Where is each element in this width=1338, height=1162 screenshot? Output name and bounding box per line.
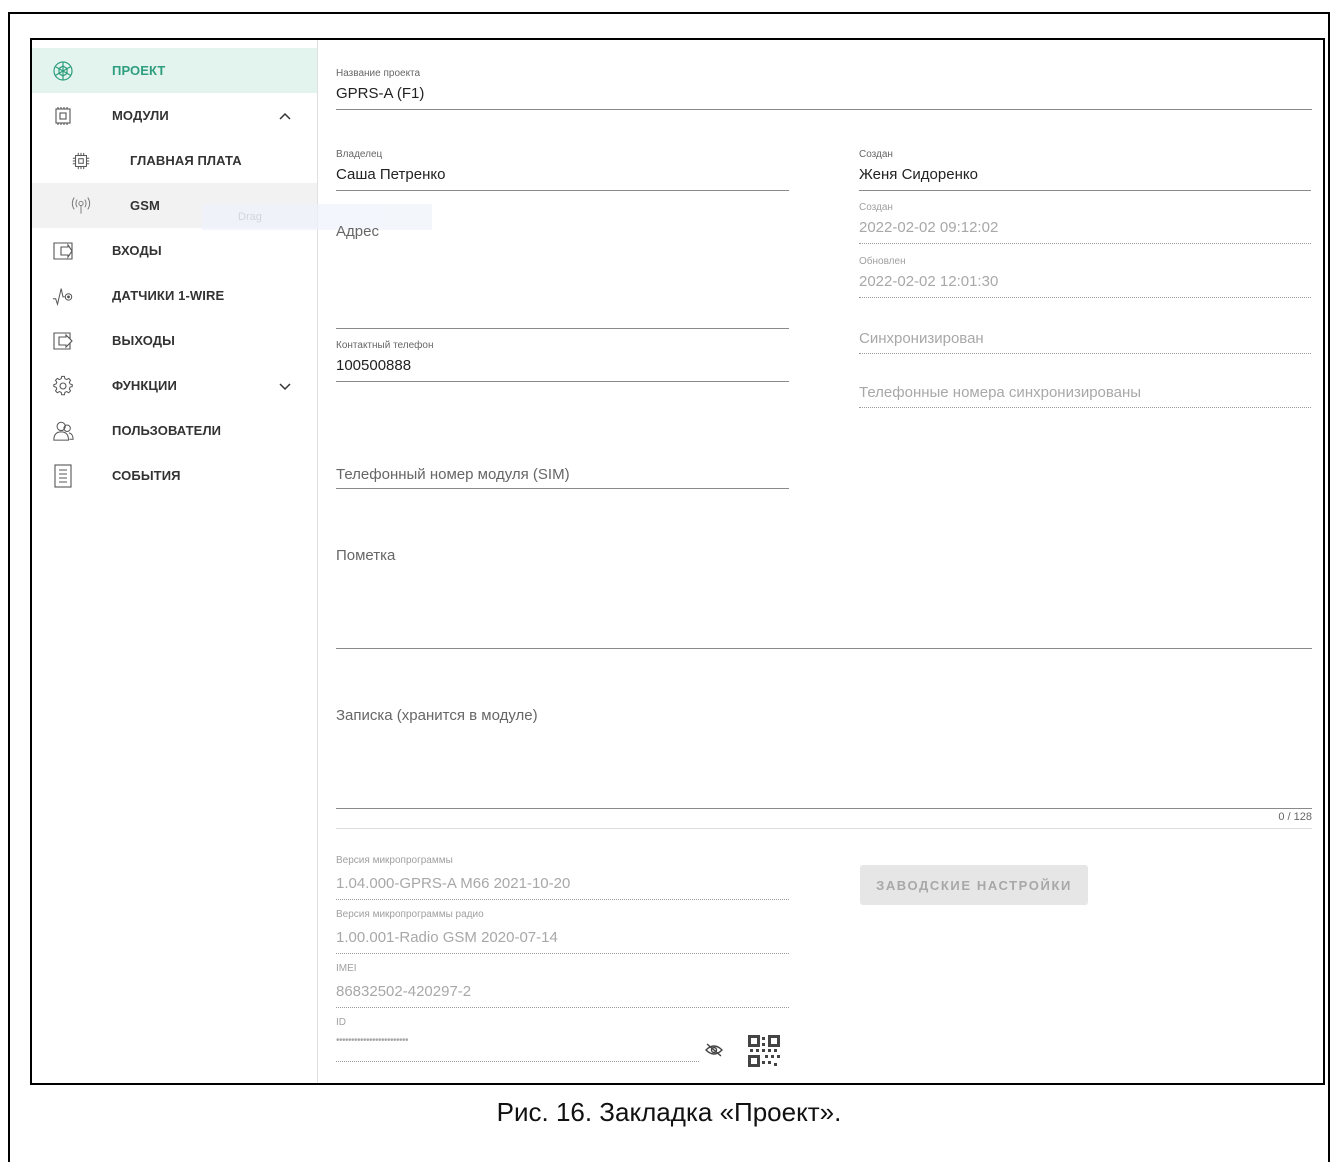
field-label: ID bbox=[336, 1017, 346, 1028]
sidebar-item-label: ДАТЧИКИ 1-WIRE bbox=[112, 288, 225, 303]
field-underline bbox=[336, 488, 789, 489]
chevron-up-icon[interactable] bbox=[278, 109, 292, 123]
memo-field[interactable]: Записка (хранится в модуле) 0 / 128 bbox=[336, 707, 1312, 823]
sidebar-item-users[interactable]: ПОЛЬЗОВАТЕЛИ bbox=[32, 408, 317, 453]
sidebar-item-label: ГЛАВНАЯ ПЛАТА bbox=[130, 153, 242, 168]
gsm-antenna-icon bbox=[70, 195, 92, 217]
sidebar-item-label: МОДУЛИ bbox=[112, 108, 169, 123]
field-label: Контактный телефон bbox=[336, 340, 434, 351]
id-field: ID •••••••••••••••••••••••• bbox=[336, 1017, 699, 1063]
field-underline bbox=[336, 899, 789, 900]
field-label: Версия микропрограммы радио bbox=[336, 909, 484, 920]
field-value: 1.00.001-Radio GSM 2020-07-14 bbox=[336, 929, 558, 946]
sidebar-item-label: ФУНКЦИИ bbox=[112, 378, 177, 393]
sidebar-item-label: СОБЫТИЯ bbox=[112, 468, 181, 483]
figure-caption: Рис. 16. Закладка «Проект». bbox=[496, 1097, 842, 1127]
phones-synchronized-field: Телефонные номера синхронизированы bbox=[859, 384, 1311, 408]
sidebar-item-label: ВХОДЫ bbox=[112, 243, 162, 258]
gear-icon bbox=[52, 375, 74, 397]
project-name-field[interactable]: Название проекта GPRS-A (F1) bbox=[336, 68, 1312, 110]
field-underline bbox=[859, 190, 1311, 191]
updated-at-field: Обновлен 2022-02-02 12:01:30 bbox=[859, 256, 1311, 298]
created-by-field[interactable]: Создан Женя Сидоренко bbox=[859, 149, 1311, 191]
field-underline bbox=[859, 353, 1311, 354]
inputs-icon bbox=[52, 240, 74, 262]
outputs-icon bbox=[52, 330, 74, 352]
app-window: ПРОЕКТ МОДУЛИ ГЛАВНАЯ ПЛАТА GSM ВХОДЫ ДА… bbox=[30, 38, 1325, 1085]
sidebar-item-1wire[interactable]: ДАТЧИКИ 1-WIRE bbox=[32, 273, 317, 318]
factory-settings-button[interactable]: ЗАВОДСКИЕ НАСТРОЙКИ bbox=[860, 865, 1088, 905]
field-value: 2022-02-02 12:01:30 bbox=[859, 273, 999, 290]
sensor-icon bbox=[52, 285, 74, 307]
field-placeholder: Записка (хранится в модуле) bbox=[336, 707, 538, 724]
project-icon bbox=[52, 60, 74, 82]
field-underline bbox=[336, 109, 1312, 110]
contact-phone-field[interactable]: Контактный телефон 100500888 bbox=[336, 340, 789, 382]
field-value: 1.04.000-GPRS-A M66 2021-10-20 bbox=[336, 875, 571, 892]
sidebar-item-mainboard[interactable]: ГЛАВНАЯ ПЛАТА bbox=[32, 138, 317, 183]
sidebar: ПРОЕКТ МОДУЛИ ГЛАВНАЯ ПЛАТА GSM ВХОДЫ ДА… bbox=[32, 40, 432, 1083]
field-underline bbox=[859, 407, 1311, 408]
field-placeholder: Пометка bbox=[336, 547, 396, 564]
field-label: Создан bbox=[859, 202, 893, 213]
sidebar-item-inputs[interactable]: ВХОДЫ bbox=[32, 228, 317, 273]
field-label: IMEI bbox=[336, 963, 357, 974]
field-underline bbox=[336, 381, 789, 382]
sim-number-field[interactable]: Телефонный номер модуля (SIM) bbox=[336, 466, 789, 489]
field-underline bbox=[859, 297, 1311, 298]
sidebar-item-events[interactable]: СОБЫТИЯ bbox=[32, 453, 317, 498]
field-label: Версия микропрограммы bbox=[336, 855, 453, 866]
sidebar-item-outputs[interactable]: ВЫХОДЫ bbox=[32, 318, 317, 363]
field-underline bbox=[336, 190, 789, 191]
field-placeholder: Синхронизирован bbox=[859, 330, 984, 347]
field-underline bbox=[336, 808, 1312, 809]
events-icon bbox=[52, 463, 74, 488]
imei-field: IMEI 86832502-420297-2 bbox=[336, 963, 789, 1009]
field-value[interactable]: Саша Петренко bbox=[336, 166, 445, 183]
field-placeholder: Адрес bbox=[336, 223, 379, 240]
sidebar-item-functions[interactable]: ФУНКЦИИ bbox=[32, 363, 317, 408]
sidebar-item-modules[interactable]: МОДУЛИ bbox=[32, 93, 317, 138]
field-value: 2022-02-02 09:12:02 bbox=[859, 219, 999, 236]
field-value[interactable]: 100500888 bbox=[336, 357, 411, 374]
field-underline bbox=[336, 1061, 699, 1062]
field-underline bbox=[336, 953, 789, 954]
drag-ghost-label: Drag bbox=[238, 211, 262, 223]
field-value: •••••••••••••••••••••••• bbox=[336, 1035, 409, 1046]
field-label: Обновлен bbox=[859, 256, 906, 267]
field-value: 86832502-420297-2 bbox=[336, 983, 472, 1000]
sidebar-item-label: GSM bbox=[130, 198, 160, 213]
sidebar-item-project[interactable]: ПРОЕКТ bbox=[32, 48, 317, 93]
field-underline bbox=[336, 328, 789, 329]
field-label: Владелец bbox=[336, 149, 383, 160]
field-underline bbox=[859, 243, 1311, 244]
field-placeholder: Телефонные номера синхронизированы bbox=[859, 384, 1142, 401]
mainboard-icon bbox=[70, 150, 92, 172]
owner-field[interactable]: Владелец Саша Петренко bbox=[336, 149, 789, 191]
created-at-field: Создан 2022-02-02 09:12:02 bbox=[859, 202, 1311, 244]
field-placeholder: Телефонный номер модуля (SIM) bbox=[336, 466, 570, 483]
users-icon bbox=[52, 420, 74, 442]
firmware-field: Версия микропрограммы 1.04.000-GPRS-A M6… bbox=[336, 855, 789, 901]
section-divider bbox=[336, 828, 1312, 829]
sidebar-item-label: ПОЛЬЗОВАТЕЛИ bbox=[112, 423, 222, 438]
radio-firmware-field: Версия микропрограммы радио 1.00.001-Rad… bbox=[336, 909, 789, 955]
sidebar-item-label: ВЫХОДЫ bbox=[112, 333, 175, 348]
field-underline bbox=[336, 648, 1312, 649]
note-field[interactable]: Пометка bbox=[336, 547, 1312, 649]
qr-code-icon[interactable] bbox=[748, 1035, 780, 1067]
field-label: Название проекта bbox=[336, 68, 421, 79]
visibility-off-icon[interactable] bbox=[705, 1042, 725, 1058]
character-counter: 0 / 128 bbox=[1278, 811, 1312, 823]
field-label: Создан bbox=[859, 149, 893, 160]
address-field[interactable]: Адрес bbox=[336, 223, 789, 329]
field-value[interactable]: GPRS-A (F1) bbox=[336, 85, 424, 102]
field-underline bbox=[336, 1007, 789, 1008]
synchronized-field: Синхронизирован bbox=[859, 330, 1311, 354]
field-value[interactable]: Женя Сидоренко bbox=[859, 166, 978, 183]
chevron-down-icon[interactable] bbox=[278, 379, 292, 393]
modules-icon bbox=[52, 105, 74, 127]
sidebar-item-label: ПРОЕКТ bbox=[112, 63, 166, 78]
